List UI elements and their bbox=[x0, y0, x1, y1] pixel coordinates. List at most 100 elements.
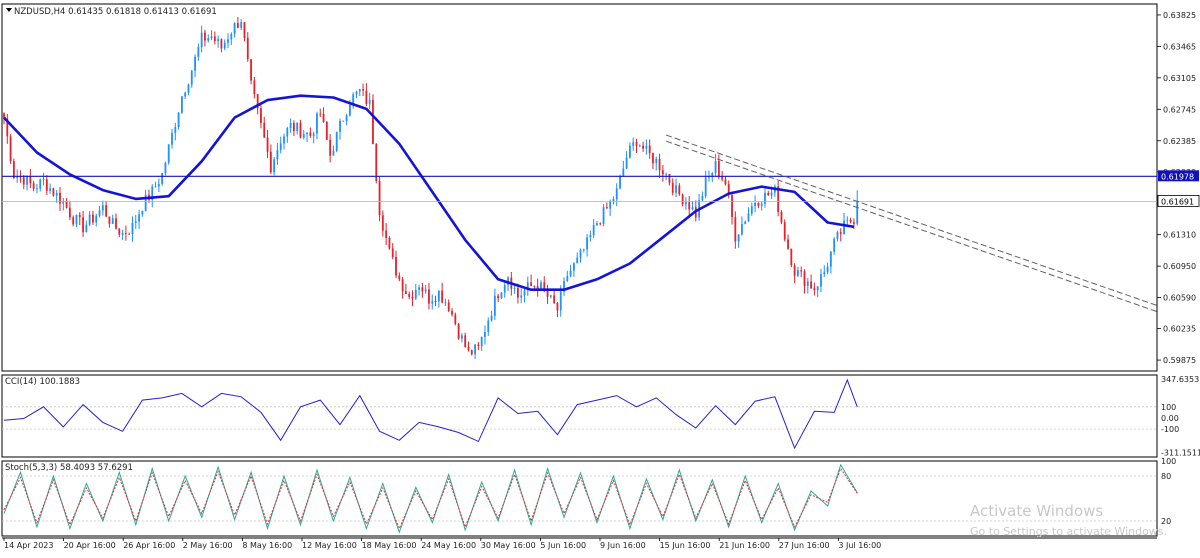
candle-body bbox=[82, 217, 84, 233]
candle bbox=[602, 203, 605, 227]
candle-body bbox=[737, 234, 740, 242]
price-tick-label: 0.59875 bbox=[1163, 356, 1196, 365]
candle-body bbox=[714, 161, 717, 173]
candle-body bbox=[164, 162, 167, 173]
candle bbox=[783, 219, 786, 242]
candle-body bbox=[227, 39, 229, 43]
candle bbox=[454, 312, 457, 326]
candle-body bbox=[559, 291, 562, 311]
candle-body bbox=[345, 115, 348, 121]
candle bbox=[52, 187, 55, 197]
candle-body bbox=[177, 112, 180, 128]
chart-canvas[interactable]: NZDUSD,H4 0.61435 0.61818 0.61413 0.6169… bbox=[0, 0, 1200, 554]
price-tick-label: 0.63105 bbox=[1163, 74, 1196, 83]
candle-body bbox=[411, 296, 414, 299]
candle-body bbox=[622, 168, 625, 177]
candle-body bbox=[681, 194, 684, 205]
candle-body bbox=[368, 99, 371, 104]
candle-body bbox=[286, 128, 289, 137]
candle-body bbox=[9, 136, 12, 162]
candle-body bbox=[404, 291, 407, 294]
candle-body bbox=[810, 281, 813, 289]
candle-body bbox=[717, 161, 720, 176]
candle-body bbox=[645, 145, 648, 149]
candle-body bbox=[108, 216, 111, 224]
candle-body bbox=[391, 248, 394, 257]
candle-body bbox=[437, 290, 440, 302]
price-tick-label: 0.63465 bbox=[1163, 42, 1196, 51]
candle-body bbox=[174, 127, 177, 133]
candle-body bbox=[731, 195, 733, 218]
candle-body bbox=[523, 290, 526, 296]
candle-body bbox=[111, 218, 114, 224]
candle-body bbox=[296, 122, 299, 132]
candle-body bbox=[701, 196, 704, 201]
candle-body bbox=[434, 301, 437, 302]
candle-body bbox=[579, 250, 582, 258]
candle-body bbox=[467, 346, 470, 351]
candle-body bbox=[398, 275, 401, 280]
candle-body bbox=[619, 176, 621, 189]
candle-body bbox=[375, 144, 378, 181]
candle-body bbox=[395, 256, 397, 276]
candle-body bbox=[128, 233, 131, 235]
candle-body bbox=[428, 289, 430, 304]
price-tick-label: 0.62385 bbox=[1163, 137, 1196, 146]
candle-body bbox=[441, 290, 444, 303]
candle-body bbox=[329, 139, 332, 156]
candle bbox=[457, 322, 460, 340]
candle-body bbox=[530, 282, 532, 287]
candle-body bbox=[263, 122, 266, 138]
candle-body bbox=[556, 302, 559, 311]
candle-body bbox=[642, 145, 644, 149]
candle-body bbox=[566, 276, 569, 282]
candle bbox=[780, 210, 783, 225]
candle-body bbox=[322, 113, 325, 123]
time-tick-label: 20 Apr 16:00 bbox=[64, 541, 116, 550]
candle-body bbox=[780, 211, 783, 223]
candle-body bbox=[451, 310, 453, 315]
candle-body bbox=[273, 159, 276, 173]
candle-body bbox=[65, 201, 68, 208]
candle-body bbox=[253, 80, 256, 95]
candle-body bbox=[29, 176, 32, 184]
candle-body bbox=[497, 295, 500, 299]
mt4-chart-window[interactable]: NZDUSD,H4 0.61435 0.61818 0.61413 0.6169… bbox=[0, 0, 1200, 554]
candle-body bbox=[414, 290, 417, 299]
candle-body bbox=[500, 292, 503, 299]
candle-body bbox=[744, 221, 747, 225]
candle-body bbox=[833, 238, 836, 252]
candle-body bbox=[88, 214, 91, 225]
candle-body bbox=[760, 203, 763, 206]
candle bbox=[325, 120, 328, 141]
candle-body bbox=[316, 113, 318, 134]
candle-body bbox=[246, 37, 249, 60]
activate-windows-title: Activate Windows bbox=[970, 502, 1104, 520]
candle-body bbox=[589, 235, 592, 238]
candle-body bbox=[98, 210, 101, 216]
candle-body bbox=[665, 174, 668, 175]
candle-body bbox=[154, 186, 157, 188]
candle-body bbox=[355, 91, 358, 95]
candle-body bbox=[319, 113, 322, 115]
candle bbox=[180, 95, 183, 114]
candle-body bbox=[200, 32, 203, 48]
time-tick-label: 30 May 16:00 bbox=[481, 541, 536, 550]
time-tick-label: 8 May 16:00 bbox=[242, 541, 292, 550]
time-tick-label: 2 May 16:00 bbox=[183, 541, 233, 550]
candle-body bbox=[787, 239, 789, 249]
panel-frame-2 bbox=[1, 374, 1158, 458]
candle bbox=[9, 134, 12, 164]
candle-body bbox=[78, 214, 81, 218]
candle-body bbox=[576, 257, 579, 264]
candle-body bbox=[480, 337, 483, 347]
horizontal-level-price-label: 0.61978 bbox=[1161, 172, 1194, 181]
candle-body bbox=[187, 84, 190, 93]
candle-body bbox=[829, 251, 832, 267]
candle-body bbox=[513, 288, 516, 289]
time-tick-label: 18 May 16:00 bbox=[362, 541, 417, 550]
candle-body bbox=[533, 286, 536, 287]
candle-body bbox=[12, 161, 15, 178]
candle-body bbox=[517, 288, 519, 298]
candle-body bbox=[797, 270, 799, 276]
